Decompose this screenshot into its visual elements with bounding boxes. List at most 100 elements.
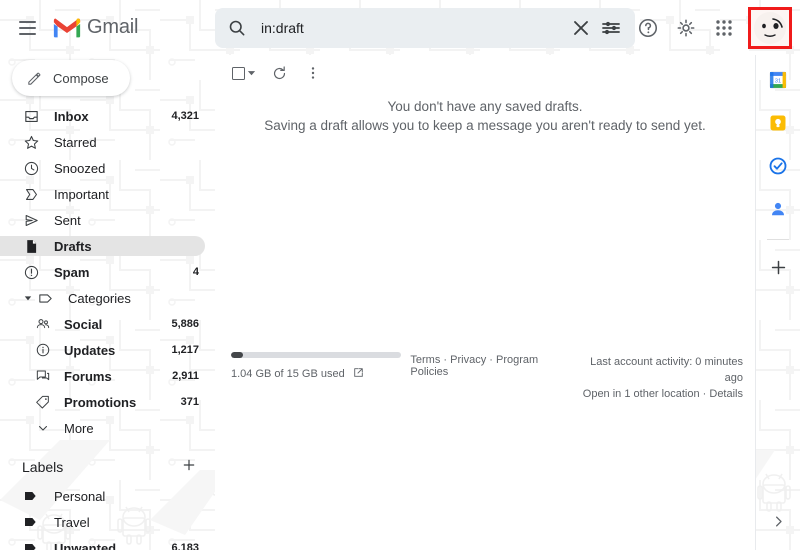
pencil-icon [28, 72, 41, 85]
search-icon[interactable] [227, 18, 247, 38]
privacy-link[interactable]: Privacy [450, 354, 486, 366]
sidebar-label: Important [54, 186, 109, 202]
empty-state: You don't have any saved drafts. Saving … [215, 97, 755, 135]
chevron-down-icon [34, 419, 52, 437]
sidebar-item-sent[interactable]: Sent [0, 210, 205, 230]
sidebar-count: 5,886 [171, 318, 199, 330]
sidebar-item-travel[interactable]: Travel [0, 512, 205, 532]
sidebar-count: 6,183 [171, 542, 199, 550]
caret-down-icon[interactable] [247, 64, 256, 82]
storage-progress-fill [231, 352, 243, 358]
sidebar-item-important[interactable]: Important [0, 184, 205, 204]
sidebar-label: Snoozed [54, 160, 106, 176]
caret-down-icon[interactable] [22, 294, 34, 302]
avatar-highlight-box[interactable] [748, 6, 792, 49]
empty-state-line-2: Saving a draft allows you to keep a mess… [264, 118, 706, 133]
sidebar-count: 371 [180, 396, 199, 408]
labels-list: Personal Travel Unwanted 6,183 [0, 486, 215, 550]
empty-state-line-1: You don't have any saved drafts. [387, 99, 583, 114]
checkbox-square[interactable] [232, 66, 245, 80]
sidebar-item-updates[interactable]: Updates 1,217 [0, 340, 205, 360]
external-link-icon[interactable] [352, 366, 365, 382]
more-options-icon[interactable] [298, 58, 328, 88]
sidebar-count: 2,911 [172, 370, 199, 382]
sidebar-label: Promotions [64, 394, 137, 410]
google-calendar-icon[interactable]: 31 [761, 63, 795, 97]
footer-separator: · [702, 388, 707, 400]
brand-label: Gmail [87, 16, 139, 38]
main-footer: 1.04 GB of 15 GB used Terms · Privacy · … [215, 352, 755, 402]
sidebar-label: Starred [54, 134, 97, 150]
labels-title: Labels [22, 459, 64, 475]
sidebar-count: 4,321 [171, 110, 199, 122]
label-tag-icon [22, 513, 40, 531]
sidebar-item-promotions[interactable]: Promotions 371 [0, 392, 205, 412]
sidebar-label: More [64, 420, 94, 436]
select-all-checkbox[interactable] [228, 60, 260, 86]
google-keep-icon[interactable] [761, 106, 795, 140]
storage-used-label: 1.04 GB of 15 GB used [231, 368, 345, 380]
storage-progress-bar[interactable] [231, 352, 401, 358]
spam-alert-icon [22, 263, 40, 281]
sidebar-item-personal[interactable]: Personal [0, 486, 205, 506]
storage-section: 1.04 GB of 15 GB used [231, 352, 410, 402]
chevron-right-icon[interactable] [763, 506, 793, 536]
gmail-window: Gmail in:draft Compose Inbox 4,321 Starr… [0, 0, 800, 550]
sidebar-label: Social [64, 316, 103, 332]
category-tag-icon [36, 289, 54, 307]
footer-separator: · [489, 354, 493, 366]
forums-icon [34, 367, 52, 385]
sidebar-item-unwanted[interactable]: Unwanted 6,183 [0, 538, 205, 550]
sidebar-label: Forums [64, 368, 112, 384]
search-input[interactable] [261, 20, 563, 36]
gear-icon[interactable] [668, 10, 704, 46]
sidebar-item-spam[interactable]: Spam 4 [0, 262, 205, 282]
sidebar-label: Unwanted [54, 540, 117, 550]
open-location-label: Open in 1 other location [582, 388, 700, 400]
gmail-brand[interactable]: Gmail [52, 16, 138, 39]
avatar[interactable] [754, 11, 786, 44]
terms-link[interactable]: Terms [410, 354, 440, 366]
gmail-logo-icon [53, 18, 81, 38]
tune-filter-icon[interactable] [599, 16, 623, 40]
sidebar-label: Categories [68, 290, 131, 306]
top-header: Gmail [0, 0, 800, 55]
details-link[interactable]: Details [709, 388, 743, 400]
rail-divider [767, 239, 789, 240]
sidebar-item-categories[interactable]: Categories [0, 288, 205, 308]
last-activity-label: Last account activity: 0 minutes ago [590, 356, 743, 384]
sidebar-label: Travel [54, 514, 90, 530]
google-tasks-icon[interactable] [761, 149, 795, 183]
people-icon [34, 315, 52, 333]
star-icon [22, 133, 40, 151]
hamburger-menu-icon[interactable] [10, 11, 44, 45]
help-icon[interactable] [630, 10, 666, 46]
right-side-panel: 31 [755, 55, 800, 550]
refresh-icon[interactable] [264, 58, 294, 88]
account-activity: Last account activity: 0 minutes ago Ope… [574, 352, 743, 402]
inbox-icon [22, 107, 40, 125]
label-tag-icon [22, 539, 40, 550]
footer-links: Terms · Privacy · Program Policies [410, 352, 574, 402]
sidebar-item-drafts[interactable]: Drafts [0, 236, 205, 256]
sidebar-label: Spam [54, 264, 90, 280]
draft-document-icon [22, 237, 40, 255]
mail-toolbar [215, 55, 755, 91]
compose-button[interactable]: Compose [12, 60, 130, 96]
label-tag-icon [22, 487, 40, 505]
plus-icon[interactable] [761, 250, 795, 284]
google-contacts-icon[interactable] [761, 192, 795, 226]
sidebar-item-more-categories[interactable]: More [0, 418, 205, 438]
sidebar-label: Updates [64, 342, 116, 358]
sidebar-item-forums[interactable]: Forums 2,911 [0, 366, 205, 386]
compose-label: Compose [53, 70, 109, 86]
sidebar-item-snoozed[interactable]: Snoozed [0, 158, 205, 178]
search-bar[interactable] [215, 8, 635, 48]
apps-grid-icon[interactable] [706, 10, 742, 46]
sidebar-item-starred[interactable]: Starred [0, 132, 205, 152]
info-icon [34, 341, 52, 359]
plus-icon[interactable] [181, 457, 197, 478]
close-icon[interactable] [569, 16, 593, 40]
sidebar-item-social[interactable]: Social 5,886 [0, 314, 205, 334]
sidebar-item-inbox[interactable]: Inbox 4,321 [0, 106, 205, 126]
